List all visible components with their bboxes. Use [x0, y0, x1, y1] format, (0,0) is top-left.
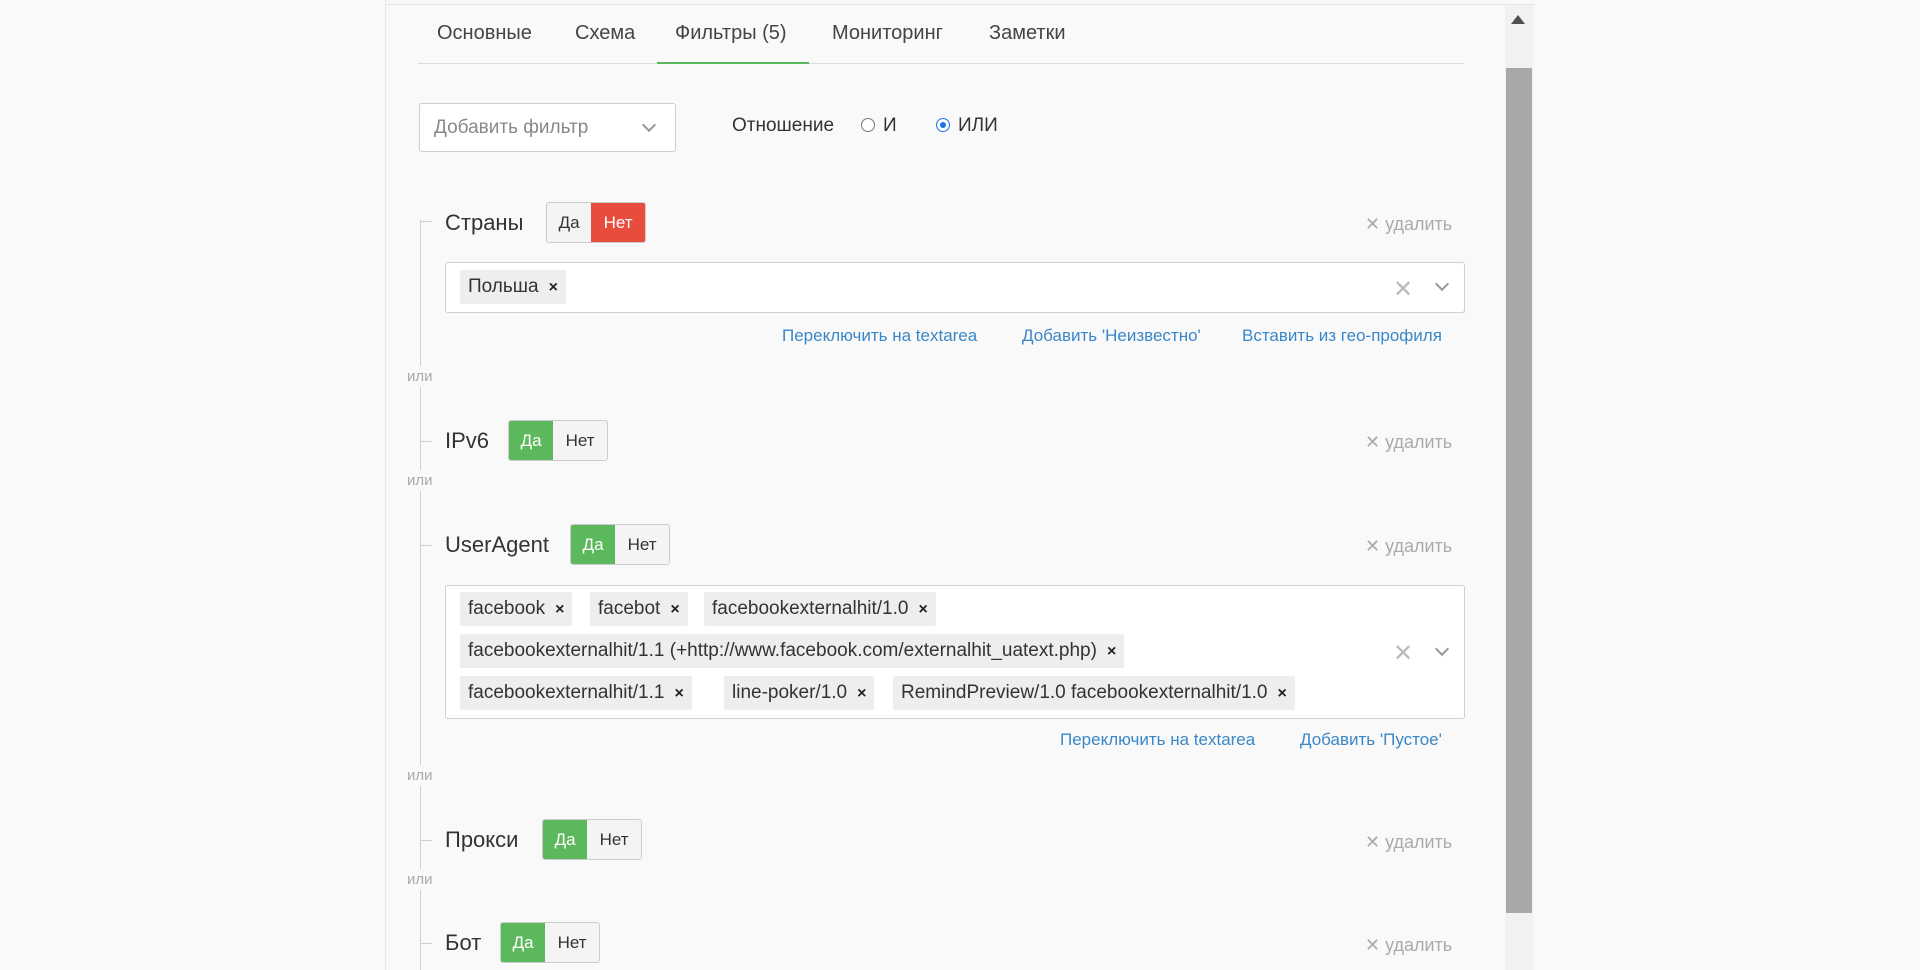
add-filter-placeholder: Добавить фильтр: [434, 117, 589, 138]
connector-or: или: [407, 765, 433, 786]
no-button[interactable]: Нет: [615, 525, 669, 564]
countries-multiselect[interactable]: Польша × ✕: [445, 262, 1465, 313]
tag: line-poker/1.0 ×: [724, 676, 875, 710]
relation-and-label[interactable]: И: [883, 115, 897, 137]
yes-button[interactable]: Да: [501, 923, 546, 962]
tree-branch: [420, 545, 432, 546]
tag: facebookexternalhit/1.1 ×: [460, 676, 692, 710]
no-button[interactable]: Нет: [591, 203, 645, 242]
filter-proxy-toggle: Да Нет: [542, 819, 642, 860]
filter-useragent-title: UserAgent: [445, 532, 549, 557]
filter-useragent-toggle: Да Нет: [570, 524, 670, 565]
connector-or: или: [407, 869, 433, 890]
tag: facebookexternalhit/1.1 (+http://www.fac…: [460, 634, 1125, 668]
tag-remove-icon[interactable]: ×: [918, 601, 927, 618]
filter-countries-title: Страны: [445, 210, 524, 235]
filter-bot-title: Бот: [445, 930, 482, 955]
tab-filters[interactable]: Фильтры (5): [675, 22, 787, 45]
scrollbar-thumb[interactable]: [1506, 68, 1532, 913]
add-filter-select[interactable]: Добавить фильтр: [419, 103, 676, 152]
tab-notes[interactable]: Заметки: [989, 22, 1066, 45]
insert-geo-profile-link[interactable]: Вставить из гео-профиля: [1242, 326, 1442, 346]
tab-main[interactable]: Основные: [437, 22, 532, 45]
tag-remove-icon[interactable]: ×: [670, 601, 679, 618]
filter-bot-toggle: Да Нет: [500, 922, 600, 963]
tag-remove-icon[interactable]: ×: [1107, 643, 1116, 660]
useragent-multiselect[interactable]: facebook × facebot × facebookexternalhit/1…: [445, 585, 1465, 719]
tree-branch: [420, 441, 432, 442]
connector-or: или: [407, 470, 433, 491]
filter-countries-toggle: Да Нет: [546, 202, 646, 243]
switch-textarea-link[interactable]: Переключить на textarea: [1060, 730, 1255, 750]
active-tab-indicator: [657, 62, 809, 64]
relation-or-radio[interactable]: [936, 118, 950, 132]
tag: facebot ×: [590, 592, 688, 626]
tab-scheme[interactable]: Схема: [575, 22, 635, 45]
filter-proxy-delete[interactable]: ✕ удалить: [1365, 832, 1452, 853]
filter-useragent-delete[interactable]: ✕ удалить: [1365, 536, 1452, 557]
relation-label: Отношение: [732, 115, 835, 136]
tag-remove-icon[interactable]: ×: [1277, 685, 1286, 702]
tag-remove-icon[interactable]: ×: [555, 601, 564, 618]
clear-icon[interactable]: ✕: [1393, 275, 1413, 304]
yes-button[interactable]: Да: [543, 820, 588, 859]
yes-button[interactable]: Да: [571, 525, 616, 564]
tag-label: facebookexternalhit/1.0: [712, 598, 909, 619]
filter-tree-line: [420, 220, 421, 970]
tag: Польша ×: [460, 270, 566, 304]
no-button[interactable]: Нет: [587, 820, 641, 859]
tree-branch: [420, 943, 432, 944]
relation-and-radio[interactable]: [861, 118, 875, 132]
tab-monitoring[interactable]: Мониторинг: [832, 22, 943, 45]
tag-remove-icon[interactable]: ×: [549, 279, 558, 296]
yes-button[interactable]: Да: [547, 203, 591, 242]
tree-branch: [420, 221, 432, 222]
yes-button[interactable]: Да: [509, 421, 554, 460]
tag: facebook ×: [460, 592, 573, 626]
chevron-down-icon: [641, 117, 657, 133]
no-button[interactable]: Нет: [545, 923, 599, 962]
tag-label: RemindPreview/1.0 facebookexternalhit/1.…: [901, 682, 1268, 703]
tag-label: facebookexternalhit/1.1 (+http://www.fac…: [468, 640, 1097, 661]
relation-or-label[interactable]: ИЛИ: [958, 115, 998, 137]
tree-branch: [420, 840, 432, 841]
tag-label: facebookexternalhit/1.1: [468, 682, 665, 703]
tag: facebookexternalhit/1.0 ×: [704, 592, 936, 626]
add-unknown-link[interactable]: Добавить 'Неизвестно': [1022, 326, 1201, 346]
clear-icon[interactable]: ✕: [1393, 639, 1413, 668]
tag-label: facebook: [468, 598, 546, 619]
add-empty-link[interactable]: Добавить 'Пустое': [1300, 730, 1442, 750]
filter-countries-delete[interactable]: ✕ удалить: [1365, 214, 1452, 235]
connector-or: или: [407, 366, 433, 387]
tag-label: Польша: [468, 276, 539, 297]
tag-remove-icon[interactable]: ×: [857, 685, 866, 702]
chevron-down-icon[interactable]: [1434, 641, 1450, 657]
filter-proxy-title: Прокси: [445, 827, 519, 852]
tag-remove-icon[interactable]: ×: [674, 685, 683, 702]
scroll-up-arrow-icon[interactable]: [1511, 15, 1525, 24]
switch-textarea-link[interactable]: Переключить на textarea: [782, 326, 977, 346]
tag: RemindPreview/1.0 facebookexternalhit/1.…: [893, 676, 1295, 710]
tag-label: facebot: [598, 598, 661, 619]
filter-bot-delete[interactable]: ✕ удалить: [1365, 935, 1452, 956]
filter-ipv6-delete[interactable]: ✕ удалить: [1365, 432, 1452, 453]
chevron-down-icon[interactable]: [1434, 276, 1450, 292]
filter-ipv6-title: IPv6: [445, 428, 490, 453]
filter-ipv6-toggle: Да Нет: [508, 420, 608, 461]
tag-label: line-poker/1.0: [732, 682, 848, 703]
no-button[interactable]: Нет: [553, 421, 607, 460]
